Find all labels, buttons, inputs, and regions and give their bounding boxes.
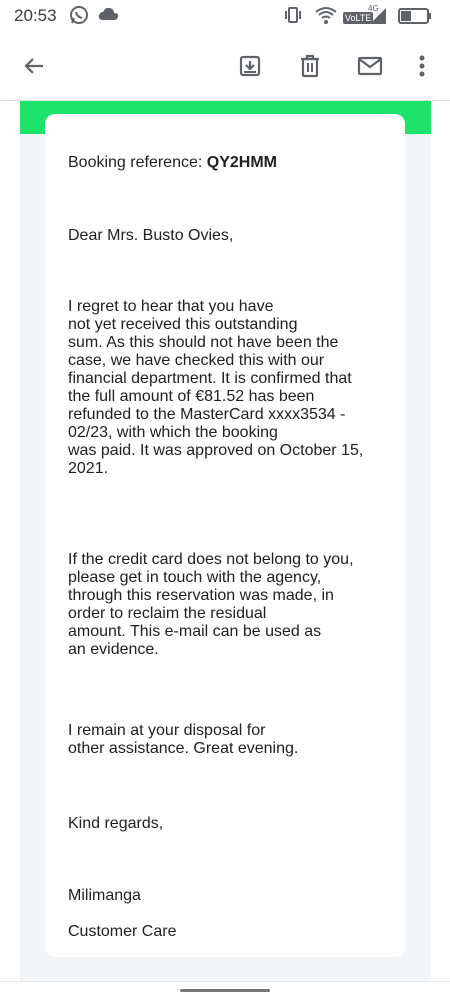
back-arrow-icon <box>24 58 43 74</box>
paragraph-line: through this reservation was made, in <box>68 587 334 604</box>
email-body: Booking reference: QY2HMM Dear Mrs. Bust… <box>20 101 431 981</box>
more-vert-icon <box>419 55 425 77</box>
booking-reference: Booking reference: QY2HMM <box>68 154 277 172</box>
paragraph-credit-card: If the credit card does not belong to yo… <box>68 551 354 659</box>
app-bar <box>0 32 450 101</box>
delete-icon <box>301 54 319 78</box>
network-label: 4G <box>368 4 379 13</box>
paragraph-line: 2021. <box>68 460 109 477</box>
paragraph-line: If the credit card does not belong to yo… <box>68 551 354 568</box>
paragraph-line: I regret to hear that you have <box>68 298 274 315</box>
status-bar: 20:53 VoLTE 4G <box>0 0 450 32</box>
bottom-divider <box>0 981 450 982</box>
paragraph-line: case, we have checked this with our <box>68 352 325 369</box>
paragraph-line: order to reclaim the residual <box>68 605 267 622</box>
paragraph-line: an evidence. <box>68 641 159 658</box>
paragraph-line: not yet received this outstanding <box>68 316 298 333</box>
paragraph-line: financial department. It is confirmed th… <box>68 370 352 387</box>
vibrate-icon <box>284 7 302 28</box>
status-time: 20:53 <box>14 6 57 25</box>
delete-button[interactable] <box>290 46 330 86</box>
closing: Kind regards, <box>68 815 164 832</box>
paragraph-line: please get in touch with the agency, <box>68 569 322 586</box>
email-card: Booking reference: QY2HMM Dear Mrs. Bust… <box>45 114 405 957</box>
booking-reference-code: QY2HMM <box>206 154 277 171</box>
paragraph-line: refunded to the MasterCard xxxx3534 - <box>68 406 346 423</box>
battery-icon <box>398 8 432 29</box>
paragraph-line: was paid. It was approved on October 15, <box>68 442 364 459</box>
paragraph-closing-remark: I remain at your disposal for other assi… <box>68 722 298 758</box>
mark-unread-button[interactable] <box>350 46 390 86</box>
mark-unread-icon <box>357 56 383 76</box>
gesture-nav-handle[interactable] <box>180 989 270 992</box>
signature-name: Milimanga <box>68 887 141 904</box>
signal-icon: 4G <box>368 4 388 26</box>
paragraph-line: amount. This e-mail can be used as <box>68 623 322 640</box>
back-button[interactable] <box>14 46 54 86</box>
paragraph-line: sum. As this should not have been the <box>68 334 339 351</box>
paragraph-refund: I regret to hear that you have not yet r… <box>68 298 363 478</box>
booking-reference-label: Booking reference: <box>68 154 207 171</box>
signature-department: Customer Care <box>68 923 177 940</box>
whatsapp-icon <box>68 4 90 31</box>
paragraph-line: the full amount of €81.52 has been <box>68 388 315 405</box>
paragraph-line: other assistance. Great evening. <box>68 740 299 757</box>
archive-icon <box>239 55 261 77</box>
more-options-button[interactable] <box>402 46 442 86</box>
paragraph-line: I remain at your disposal for <box>68 722 266 739</box>
cloud-icon <box>98 6 120 27</box>
wifi-icon <box>314 3 338 30</box>
paragraph-line: 02/23, with which the booking <box>68 424 278 441</box>
archive-button[interactable] <box>230 46 270 86</box>
greeting: Dear Mrs. Busto Ovies, <box>68 227 234 244</box>
